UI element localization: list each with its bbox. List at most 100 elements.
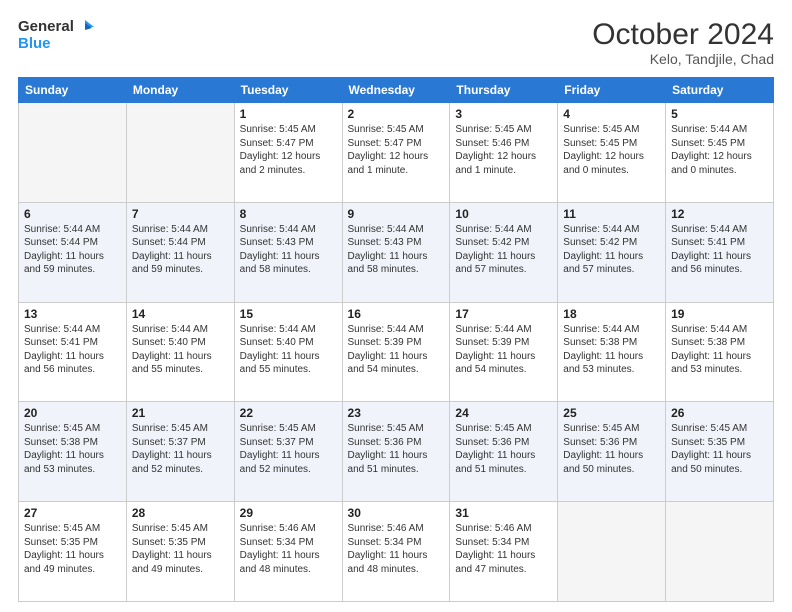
day-number: 25 bbox=[563, 406, 660, 420]
table-cell: 2 Sunrise: 5:45 AMSunset: 5:47 PMDaylight… bbox=[342, 103, 450, 203]
day-info: Sunrise: 5:45 AMSunset: 5:38 PMDaylight:… bbox=[24, 422, 121, 476]
day-info: Sunrise: 5:44 AMSunset: 5:38 PMDaylight:… bbox=[563, 323, 660, 377]
table-cell: 6Sunrise: 5:44 AMSunset: 5:44 PMDaylight… bbox=[19, 202, 127, 302]
table-cell: 1 Sunrise: 5:45 AMSunset: 5:47 PMDaylight… bbox=[234, 103, 342, 203]
day-number: 28 bbox=[132, 506, 229, 520]
table-cell: 17Sunrise: 5:44 AMSunset: 5:39 PMDayligh… bbox=[450, 302, 558, 402]
day-number: 24 bbox=[455, 406, 552, 420]
day-number: 11 bbox=[563, 207, 660, 221]
calendar-row: 13 Sunrise: 5:44 AMSunset: 5:41 PMDayligh… bbox=[19, 302, 774, 402]
col-sunday: Sunday bbox=[19, 78, 127, 103]
day-number: 21 bbox=[132, 406, 229, 420]
table-cell: 23 Sunrise: 5:45 AMSunset: 5:36 PMDayligh… bbox=[342, 402, 450, 502]
day-info: Sunrise: 5:44 AMSunset: 5:43 PMDaylight:… bbox=[240, 223, 337, 277]
day-info: Sunrise: 5:44 AMSunset: 5:45 PMDaylight:… bbox=[671, 123, 768, 177]
table-cell: 9 Sunrise: 5:44 AMSunset: 5:43 PMDaylight… bbox=[342, 202, 450, 302]
title-block: October 2024 Kelo, Tandjile, Chad bbox=[592, 18, 774, 67]
day-info: Sunrise: 5:44 AMSunset: 5:44 PMDaylight:… bbox=[132, 223, 229, 277]
table-cell: 26Sunrise: 5:45 AMSunset: 5:35 PMDayligh… bbox=[666, 402, 774, 502]
day-info: Sunrise: 5:44 AMSunset: 5:41 PMDaylight:… bbox=[24, 323, 121, 377]
table-cell: 24 Sunrise: 5:45 AMSunset: 5:36 PMDayligh… bbox=[450, 402, 558, 502]
day-number: 30 bbox=[348, 506, 445, 520]
day-info: Sunrise: 5:46 AMSunset: 5:34 PMDaylight:… bbox=[455, 522, 552, 576]
table-cell: 3 Sunrise: 5:45 AMSunset: 5:46 PMDaylight… bbox=[450, 103, 558, 203]
table-cell: 29Sunrise: 5:46 AMSunset: 5:34 PMDayligh… bbox=[234, 502, 342, 602]
logo: General Blue bbox=[18, 18, 94, 53]
calendar-row: 27Sunrise: 5:45 AMSunset: 5:35 PMDayligh… bbox=[19, 502, 774, 602]
day-info: Sunrise: 5:44 AMSunset: 5:43 PMDaylight:… bbox=[348, 223, 445, 277]
day-number: 9 bbox=[348, 207, 445, 221]
day-info: Sunrise: 5:46 AMSunset: 5:34 PMDaylight:… bbox=[348, 522, 445, 576]
calendar-row: 6Sunrise: 5:44 AMSunset: 5:44 PMDaylight… bbox=[19, 202, 774, 302]
calendar-row: 1 Sunrise: 5:45 AMSunset: 5:47 PMDaylight… bbox=[19, 103, 774, 203]
day-number: 1 bbox=[240, 107, 337, 121]
day-number: 29 bbox=[240, 506, 337, 520]
day-info: Sunrise: 5:44 AMSunset: 5:40 PMDaylight:… bbox=[240, 323, 337, 377]
day-info: Sunrise: 5:44 AMSunset: 5:41 PMDaylight:… bbox=[671, 223, 768, 277]
table-cell: 11 Sunrise: 5:44 AMSunset: 5:42 PMDayligh… bbox=[558, 202, 666, 302]
day-info: Sunrise: 5:45 AMSunset: 5:36 PMDaylight:… bbox=[563, 422, 660, 476]
table-cell bbox=[126, 103, 234, 203]
calendar-table: Sunday Monday Tuesday Wednesday Thursday… bbox=[18, 77, 774, 602]
day-info: Sunrise: 5:45 AMSunset: 5:35 PMDaylight:… bbox=[132, 522, 229, 576]
table-cell: 10Sunrise: 5:44 AMSunset: 5:42 PMDayligh… bbox=[450, 202, 558, 302]
day-info: Sunrise: 5:45 AMSunset: 5:46 PMDaylight:… bbox=[455, 123, 552, 177]
table-cell: 14Sunrise: 5:44 AMSunset: 5:40 PMDayligh… bbox=[126, 302, 234, 402]
day-number: 18 bbox=[563, 307, 660, 321]
day-info: Sunrise: 5:45 AMSunset: 5:35 PMDaylight:… bbox=[671, 422, 768, 476]
day-number: 15 bbox=[240, 307, 337, 321]
day-number: 16 bbox=[348, 307, 445, 321]
table-cell: 19 Sunrise: 5:44 AMSunset: 5:38 PMDayligh… bbox=[666, 302, 774, 402]
table-cell: 7Sunrise: 5:44 AMSunset: 5:44 PMDaylight… bbox=[126, 202, 234, 302]
calendar-row: 20 Sunrise: 5:45 AMSunset: 5:38 PMDayligh… bbox=[19, 402, 774, 502]
table-cell: 15 Sunrise: 5:44 AMSunset: 5:40 PMDayligh… bbox=[234, 302, 342, 402]
header: General Blue October 2024 Kelo, Tandjile… bbox=[18, 18, 774, 67]
subtitle: Kelo, Tandjile, Chad bbox=[592, 51, 774, 67]
table-cell: 31 Sunrise: 5:46 AMSunset: 5:34 PMDayligh… bbox=[450, 502, 558, 602]
day-number: 4 bbox=[563, 107, 660, 121]
main-title: October 2024 bbox=[592, 18, 774, 51]
table-cell: 27Sunrise: 5:45 AMSunset: 5:35 PMDayligh… bbox=[19, 502, 127, 602]
day-number: 13 bbox=[24, 307, 121, 321]
col-tuesday: Tuesday bbox=[234, 78, 342, 103]
table-cell: 20 Sunrise: 5:45 AMSunset: 5:38 PMDayligh… bbox=[19, 402, 127, 502]
day-info: Sunrise: 5:45 AMSunset: 5:47 PMDaylight:… bbox=[348, 123, 445, 177]
table-cell bbox=[19, 103, 127, 203]
day-number: 31 bbox=[455, 506, 552, 520]
table-cell: 16 Sunrise: 5:44 AMSunset: 5:39 PMDayligh… bbox=[342, 302, 450, 402]
day-number: 10 bbox=[455, 207, 552, 221]
col-friday: Friday bbox=[558, 78, 666, 103]
table-cell: 4 Sunrise: 5:45 AMSunset: 5:45 PMDaylight… bbox=[558, 103, 666, 203]
table-cell: 5 Sunrise: 5:44 AMSunset: 5:45 PMDaylight… bbox=[666, 103, 774, 203]
day-info: Sunrise: 5:44 AMSunset: 5:39 PMDaylight:… bbox=[348, 323, 445, 377]
day-number: 19 bbox=[671, 307, 768, 321]
day-number: 22 bbox=[240, 406, 337, 420]
day-number: 2 bbox=[348, 107, 445, 121]
logo-bird-icon bbox=[76, 18, 94, 36]
day-info: Sunrise: 5:44 AMSunset: 5:42 PMDaylight:… bbox=[563, 223, 660, 277]
table-cell: 18 Sunrise: 5:44 AMSunset: 5:38 PMDayligh… bbox=[558, 302, 666, 402]
day-info: Sunrise: 5:44 AMSunset: 5:44 PMDaylight:… bbox=[24, 223, 121, 277]
calendar-header-row: Sunday Monday Tuesday Wednesday Thursday… bbox=[19, 78, 774, 103]
table-cell: 13 Sunrise: 5:44 AMSunset: 5:41 PMDayligh… bbox=[19, 302, 127, 402]
table-cell: 28 Sunrise: 5:45 AMSunset: 5:35 PMDayligh… bbox=[126, 502, 234, 602]
day-number: 20 bbox=[24, 406, 121, 420]
day-info: Sunrise: 5:45 AMSunset: 5:45 PMDaylight:… bbox=[563, 123, 660, 177]
day-info: Sunrise: 5:45 AMSunset: 5:47 PMDaylight:… bbox=[240, 123, 337, 177]
table-cell: 22Sunrise: 5:45 AMSunset: 5:37 PMDayligh… bbox=[234, 402, 342, 502]
col-thursday: Thursday bbox=[450, 78, 558, 103]
col-saturday: Saturday bbox=[666, 78, 774, 103]
day-info: Sunrise: 5:44 AMSunset: 5:38 PMDaylight:… bbox=[671, 323, 768, 377]
day-number: 5 bbox=[671, 107, 768, 121]
table-cell: 12Sunrise: 5:44 AMSunset: 5:41 PMDayligh… bbox=[666, 202, 774, 302]
day-info: Sunrise: 5:44 AMSunset: 5:40 PMDaylight:… bbox=[132, 323, 229, 377]
day-number: 3 bbox=[455, 107, 552, 121]
day-info: Sunrise: 5:45 AMSunset: 5:37 PMDaylight:… bbox=[132, 422, 229, 476]
day-number: 17 bbox=[455, 307, 552, 321]
table-cell: 30 Sunrise: 5:46 AMSunset: 5:34 PMDayligh… bbox=[342, 502, 450, 602]
day-info: Sunrise: 5:45 AMSunset: 5:36 PMDaylight:… bbox=[455, 422, 552, 476]
day-number: 23 bbox=[348, 406, 445, 420]
day-info: Sunrise: 5:45 AMSunset: 5:36 PMDaylight:… bbox=[348, 422, 445, 476]
page: General Blue October 2024 Kelo, Tandjile… bbox=[0, 0, 792, 612]
table-cell: 8Sunrise: 5:44 AMSunset: 5:43 PMDaylight… bbox=[234, 202, 342, 302]
